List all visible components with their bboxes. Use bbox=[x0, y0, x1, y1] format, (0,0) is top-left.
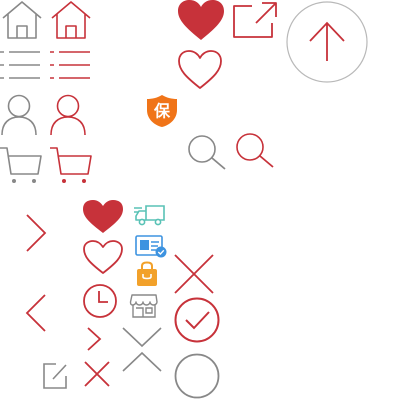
close-icon-large[interactable] bbox=[173, 253, 215, 295]
list-icon-red[interactable] bbox=[50, 48, 90, 82]
chevron-up-icon[interactable] bbox=[121, 350, 163, 374]
list-icon-gray[interactable] bbox=[0, 48, 40, 82]
edit-icon[interactable] bbox=[42, 361, 70, 391]
insurance-shield-label: 保 bbox=[153, 102, 171, 121]
home-icon-red[interactable] bbox=[50, 0, 92, 40]
share-external-icon[interactable] bbox=[232, 1, 278, 39]
search-icon-red[interactable] bbox=[235, 133, 277, 169]
cart-icon-red[interactable] bbox=[50, 146, 92, 184]
bag-icon bbox=[135, 261, 159, 288]
chevron-down-icon[interactable] bbox=[121, 325, 163, 349]
cart-icon-gray[interactable] bbox=[0, 146, 42, 184]
user-icon-red[interactable] bbox=[49, 94, 87, 136]
heart-filled-small-icon[interactable] bbox=[83, 200, 123, 235]
insurance-shield-icon: 保 bbox=[146, 94, 178, 128]
id-card-verified-icon bbox=[134, 234, 168, 258]
empty-circle-icon[interactable] bbox=[174, 353, 220, 399]
user-icon-gray[interactable] bbox=[0, 94, 38, 136]
chevron-right-icon[interactable] bbox=[24, 213, 48, 253]
home-icon-gray[interactable] bbox=[1, 0, 43, 40]
store-icon bbox=[129, 293, 158, 319]
delivery-truck-icon bbox=[134, 202, 166, 226]
heart-outline-small-icon[interactable] bbox=[83, 240, 123, 275]
scroll-top-icon[interactable] bbox=[286, 1, 368, 83]
heart-outline-icon[interactable] bbox=[178, 50, 222, 90]
close-icon-small[interactable] bbox=[83, 360, 111, 388]
search-icon-gray[interactable] bbox=[187, 135, 229, 171]
chevron-right-small-icon[interactable] bbox=[86, 326, 102, 352]
clock-icon bbox=[82, 283, 118, 319]
heart-filled-icon[interactable] bbox=[178, 0, 224, 42]
chevron-left-icon[interactable] bbox=[24, 293, 48, 333]
check-circle-icon[interactable] bbox=[174, 297, 220, 343]
